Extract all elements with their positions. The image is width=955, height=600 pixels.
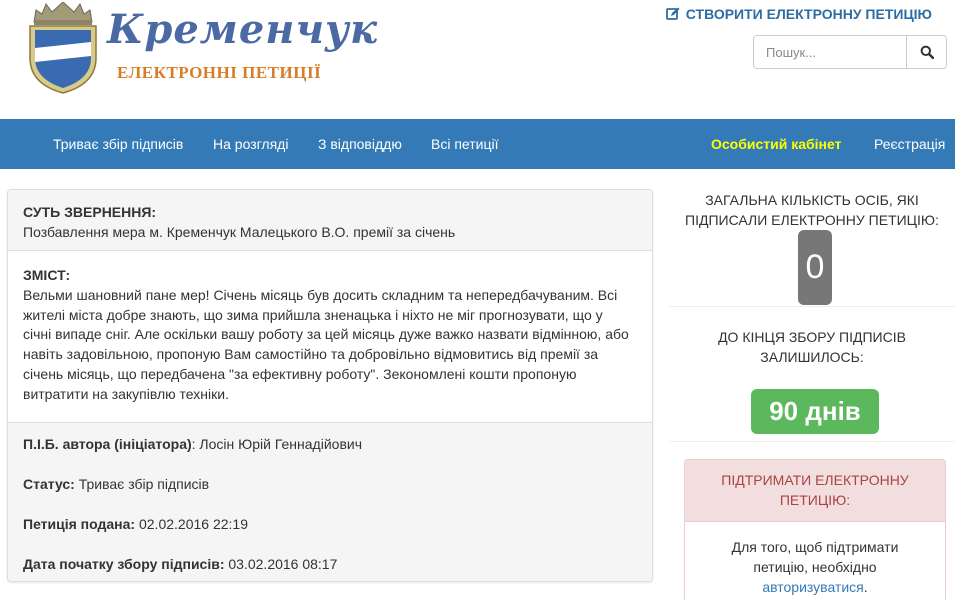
support-panel-body: Для того, щоб підтримати петицію, необхі… bbox=[685, 522, 945, 600]
support-panel-header: ПІДТРИМАТИ ЕЛЕКТРОННУ ПЕТИЦІЮ: bbox=[685, 460, 945, 522]
status-label: Статус: bbox=[23, 476, 75, 492]
divider bbox=[669, 441, 955, 442]
login-link[interactable]: авторизуватися bbox=[762, 579, 863, 595]
submitted-row: Петиція подана: 02.02.2016 22:19 bbox=[23, 514, 637, 534]
logo-subtitle: ЕЛЕКТРОННІ ПЕТИЦІЇ bbox=[117, 63, 322, 82]
support-title-line: ПІДТРИМАТИ ЕЛЕКТРОННУ bbox=[721, 472, 909, 488]
total-title-line: ПІДПИСАЛИ ЕЛЕКТРОННУ ПЕТИЦІЮ: bbox=[685, 212, 939, 228]
status-row: Статус: Триває збір підписів bbox=[23, 474, 637, 494]
petition-content-section: ЗМІСТ: Вельми шановний пане мер! Січень … bbox=[8, 251, 652, 423]
support-petition-panel: ПІДТРИМАТИ ЕЛЕКТРОННУ ПЕТИЦІЮ: Для того,… bbox=[684, 459, 946, 600]
support-text-line: Для того, щоб підтримати bbox=[731, 539, 899, 555]
start-date-value: 03.02.2016 08:17 bbox=[224, 556, 338, 572]
author-label: П.І.Б. автора (ініціатора) bbox=[23, 436, 192, 452]
content-line: жителі міста добре знають, що зима прийш… bbox=[23, 306, 603, 323]
divider bbox=[669, 306, 955, 307]
remaining-title-line: ДО КІНЦЯ ЗБОРУ ПІДПИСІВ bbox=[718, 329, 906, 345]
status-value: Триває збір підписів bbox=[74, 476, 210, 492]
submitted-label: Петиція подана: bbox=[23, 516, 136, 532]
start-date-row: Дата початку збору підписів: 03.02.2016 … bbox=[23, 554, 637, 574]
site-header: Кременчук ЕЛЕКТРОННІ ПЕТИЦІЇ СТВОРИТИ ЕЛ… bbox=[0, 0, 955, 119]
create-petition-label: СТВОРИТИ ЕЛЕКТРОННУ ПЕТИЦІЮ bbox=[685, 6, 932, 22]
essence-label: СУТЬ ЗВЕРНЕННЯ: bbox=[23, 204, 157, 220]
submitted-value: 02.02.2016 22:19 bbox=[135, 516, 248, 532]
nav-all-petitions[interactable]: Всі петиції bbox=[431, 119, 499, 169]
signature-count-badge: 0 bbox=[798, 230, 832, 305]
author-row: П.І.Б. автора (ініціатора): Лосін Юрій Г… bbox=[23, 434, 637, 454]
search-input[interactable] bbox=[754, 36, 906, 68]
edit-icon bbox=[665, 7, 680, 20]
logo-title[interactable]: Кременчук bbox=[107, 6, 378, 54]
content-line: січні випаде сніг. Але оскільки вашу роб… bbox=[23, 326, 629, 343]
author-value: : Лосін Юрій Геннадійович bbox=[191, 436, 362, 452]
search-icon bbox=[920, 45, 934, 59]
petition-stats-sidebar: ЗАГАЛЬНА КІЛЬКІСТЬ ОСІБ, ЯКІ ПІДПИСАЛИ Е… bbox=[669, 189, 955, 600]
content-label: ЗМІСТ: bbox=[23, 267, 71, 283]
remaining-title-line: ЗАЛИШИЛОСЬ: bbox=[760, 349, 864, 365]
content-line: січень місяць, що передбачена "за ефекти… bbox=[23, 365, 577, 382]
support-text-line: петицію, необхідно bbox=[753, 559, 877, 575]
petition-essence-section: СУТЬ ЗВЕРНЕННЯ: Позбавлення мера м. Крем… bbox=[8, 190, 652, 251]
nav-registration[interactable]: Реєстрація bbox=[874, 119, 945, 169]
search-button[interactable] bbox=[906, 36, 946, 68]
content-line: навіть задовільною, пропоную Вам самості… bbox=[23, 346, 599, 363]
create-petition-link[interactable]: СТВОРИТИ ЕЛЕКТРОННУ ПЕТИЦІЮ bbox=[665, 6, 932, 22]
support-dot: . bbox=[863, 579, 868, 595]
essence-text: Позбавлення мера м. Кременчук Малецького… bbox=[23, 224, 456, 240]
total-title-line: ЗАГАЛЬНА КІЛЬКІСТЬ ОСІБ, ЯКІ bbox=[705, 192, 919, 208]
petition-panel: СУТЬ ЗВЕРНЕННЯ: Позбавлення мера м. Крем… bbox=[7, 189, 653, 582]
total-signatures-title: ЗАГАЛЬНА КІЛЬКІСТЬ ОСІБ, ЯКІ ПІДПИСАЛИ Е… bbox=[669, 189, 955, 230]
petition-details-section: П.І.Б. автора (ініціатора): Лосін Юрій Г… bbox=[8, 423, 652, 581]
nav-personal-cabinet[interactable]: Особистий кабінет bbox=[711, 119, 841, 169]
content-line: витратити на закупівлю техніки. bbox=[23, 385, 229, 402]
support-title-line: ПЕТИЦІЮ: bbox=[779, 492, 851, 508]
start-date-label: Дата початку збору підписів: bbox=[23, 556, 225, 572]
support-login-line: авторизуватися. bbox=[697, 577, 933, 597]
remaining-days-title: ДО КІНЦЯ ЗБОРУ ПІДПИСІВ ЗАЛИШИЛОСЬ: bbox=[669, 327, 955, 367]
city-coat-of-arms-icon[interactable] bbox=[26, 2, 100, 94]
content-line: Вельми шановний пане мер! Січень місяць … bbox=[23, 286, 618, 303]
search-form bbox=[753, 35, 947, 69]
main-navbar: Триває збір підписів На розгляді З відпо… bbox=[0, 119, 955, 169]
nav-collecting-signatures[interactable]: Триває збір підписів bbox=[53, 119, 183, 169]
days-remaining-badge: 90 днів bbox=[751, 389, 879, 434]
nav-answered[interactable]: З відповіддю bbox=[318, 119, 402, 169]
nav-under-review[interactable]: На розгляді bbox=[213, 119, 288, 169]
